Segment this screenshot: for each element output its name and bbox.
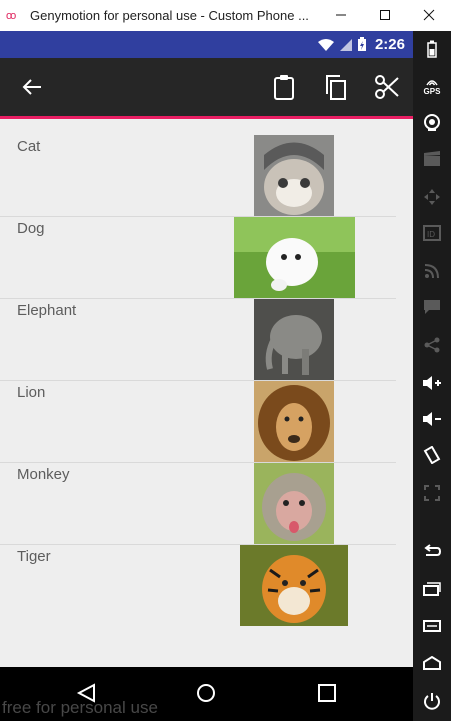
- list-item-label: Cat: [17, 138, 41, 155]
- battery-charging-icon: [357, 37, 366, 51]
- webcam-icon: [424, 114, 440, 131]
- window-controls: [319, 0, 451, 31]
- list-item-tiger[interactable]: Tiger: [0, 545, 396, 626]
- volume-down-icon: [423, 412, 441, 426]
- android-screen: 2:26 Cat Dog Elephant Lion Monkey Tiger: [0, 31, 413, 721]
- close-button[interactable]: [407, 8, 451, 24]
- rotate-button[interactable]: [413, 443, 451, 467]
- side-home-button[interactable]: [413, 651, 451, 675]
- list-item-elephant[interactable]: Elephant: [0, 299, 396, 381]
- share-icon: [424, 337, 440, 353]
- paste-button[interactable]: [268, 71, 300, 103]
- id-card-icon: ID: [423, 225, 441, 241]
- webcam-widget-button[interactable]: [413, 111, 451, 135]
- status-icons: [317, 37, 367, 52]
- signal-icon: [339, 38, 352, 51]
- copy-button[interactable]: [319, 71, 351, 103]
- close-icon: [423, 9, 435, 20]
- gps-widget-button[interactable]: GPS: [413, 73, 451, 99]
- battery-widget-button[interactable]: [413, 37, 451, 61]
- fullscreen-button: [413, 481, 451, 505]
- app-toolbar: [0, 58, 413, 119]
- genymotion-side-panel: GPS ID: [413, 31, 451, 721]
- sms-widget-button: [413, 295, 451, 319]
- side-recents-button[interactable]: [413, 577, 451, 601]
- list-item-label: Lion: [17, 384, 46, 401]
- maximize-button[interactable]: [363, 8, 407, 24]
- cut-button[interactable]: [371, 71, 403, 103]
- gps-label: GPS: [423, 86, 441, 96]
- list-item-cat[interactable]: Cat: [0, 135, 396, 217]
- watermark-text: free for personal use: [2, 698, 158, 717]
- back-arrow-icon: [22, 79, 41, 95]
- nav-home-icon: [197, 684, 215, 702]
- nav-recents-button[interactable]: [317, 683, 337, 708]
- rotate-icon: [423, 446, 441, 464]
- volume-up-icon: [423, 376, 441, 390]
- clipboard-icon: [274, 75, 294, 100]
- gps-icon: [426, 79, 438, 85]
- dog-image: [234, 217, 355, 298]
- status-time: 2:26: [374, 36, 405, 53]
- return-arrow-icon: [424, 544, 441, 556]
- nav-recents-icon: [318, 684, 336, 702]
- minimize-icon: [336, 14, 346, 15]
- window-title: Genymotion for personal use - Custom Pho…: [30, 8, 309, 23]
- recent-apps-icon: [423, 582, 441, 596]
- lion-image: [254, 381, 334, 462]
- capture-widget-button: [413, 147, 451, 171]
- menu-icon: [423, 620, 441, 632]
- maximize-icon: [380, 9, 390, 20]
- cat-image: [254, 135, 334, 216]
- status-bar: 2:26: [0, 31, 413, 58]
- battery-icon: [427, 40, 437, 58]
- scissors-icon: [375, 75, 399, 99]
- nav-home-button[interactable]: [196, 683, 216, 708]
- side-back-button[interactable]: [413, 539, 451, 563]
- genymotion-logo-icon: oo: [6, 9, 16, 22]
- list-item-label: Tiger: [17, 548, 51, 565]
- tiger-image: [240, 545, 348, 626]
- share-widget-button: [413, 333, 451, 357]
- power-button[interactable]: [413, 689, 451, 713]
- chat-bubble-icon: [424, 300, 440, 314]
- list-item-label: Elephant: [17, 302, 77, 319]
- list-item-monkey[interactable]: Monkey: [0, 463, 396, 545]
- home-icon: [423, 656, 441, 670]
- side-menu-button[interactable]: [413, 615, 451, 639]
- power-icon: [424, 693, 440, 710]
- minimize-button[interactable]: [319, 8, 363, 24]
- list-item-label: Dog: [17, 220, 45, 237]
- wifi-icon: [317, 38, 334, 51]
- network-widget-button: [413, 259, 451, 283]
- svg-text:ID: ID: [427, 230, 435, 239]
- device-id-widget-button: ID: [413, 221, 451, 245]
- clapperboard-icon: [424, 151, 440, 166]
- volume-down-button[interactable]: [413, 407, 451, 431]
- volume-up-button[interactable]: [413, 371, 451, 395]
- dpad-widget-button: [413, 185, 451, 209]
- back-button[interactable]: [16, 71, 48, 103]
- list-item-lion[interactable]: Lion: [0, 381, 396, 463]
- animal-list[interactable]: Cat Dog Elephant Lion Monkey Tiger: [0, 135, 413, 626]
- monkey-image: [254, 463, 334, 544]
- list-item-dog[interactable]: Dog: [0, 217, 396, 299]
- dpad-icon: [424, 189, 440, 205]
- fullscreen-icon: [424, 485, 440, 501]
- elephant-image: [254, 299, 334, 380]
- window-title-bar: oo Genymotion for personal use - Custom …: [0, 0, 451, 32]
- copy-icon: [326, 75, 346, 100]
- rss-icon: [424, 264, 439, 279]
- list-item-label: Monkey: [17, 466, 70, 483]
